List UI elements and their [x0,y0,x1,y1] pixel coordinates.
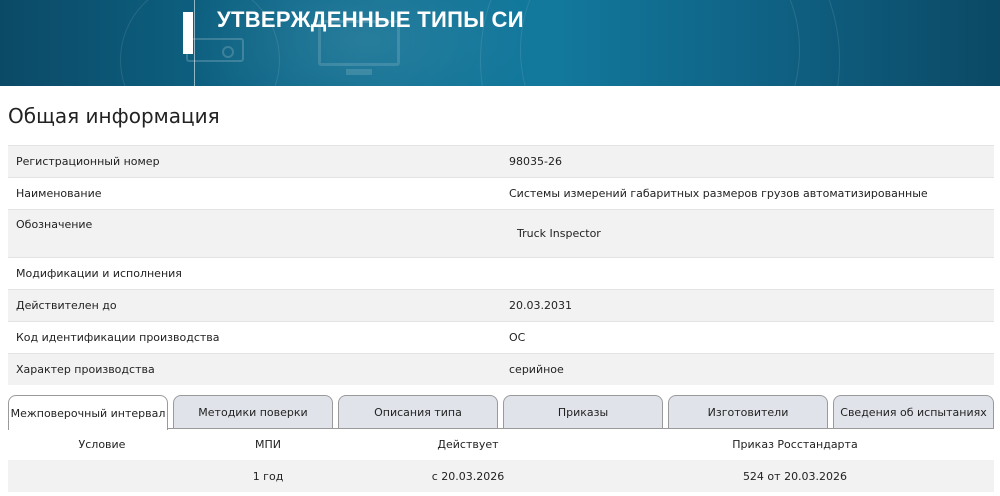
tab-test-info[interactable]: Сведения об испытаниях [833,395,994,429]
cell-valid: с 20.03.2026 [431,469,505,483]
banner-accent-bar [183,12,193,54]
info-label: Регистрационный номер [16,155,160,168]
info-row-designation: Обозначение Truck Inspector [8,209,994,257]
column-header-order: Приказ Росстандарта [732,438,858,451]
column-header-valid: Действует [437,438,499,451]
tab-bar: Межповерочный интервал Методики поверки … [8,395,994,430]
section-title: Общая информация [8,104,220,128]
info-value: серийное [509,363,564,376]
info-label: Наименование [16,187,102,200]
info-value: 98035-26 [509,155,562,168]
tab-manufacturers[interactable]: Изготовители [668,395,828,429]
tab-verification-methods[interactable]: Методики поверки [173,395,333,429]
tab-calibration-interval[interactable]: Межповерочный интервал [8,395,168,430]
info-label: Действителен до [16,299,117,312]
info-row-valid-until: Действителен до 20.03.2031 [8,289,994,321]
info-value: Системы измерений габаритных размеров гр… [509,187,928,200]
banner-code-decor [784,0,1000,86]
info-label: Код идентификации производства [16,331,220,344]
general-info-table: Регистрационный номер 98035-26 Наименова… [8,145,994,385]
header-banner: УТВЕРЖДЕННЫЕ ТИПЫ СИ [0,0,1000,86]
info-label: Обозначение [16,218,93,231]
info-label: Модификации и исполнения [16,267,182,280]
info-row-production-type: Характер производства серийное [8,353,994,385]
info-row-production-code: Код идентификации производства ОС [8,321,994,353]
cell-mpi: 1 год [252,469,284,483]
info-value: 20.03.2031 [509,299,572,312]
info-value: Truck Inspector [517,227,601,240]
tab-orders[interactable]: Приказы [503,395,663,429]
info-row-modifications: Модификации и исполнения [8,257,994,289]
column-header-mpi: МПИ [255,438,281,451]
info-value: ОС [509,331,526,344]
info-label: Характер производства [16,363,155,376]
table-row: 1 год с 20.03.2026 524 от 20.03.2026 [8,460,994,492]
mpi-table: Условие МПИ Действует Приказ Росстандарт… [8,429,994,492]
table-header-row: Условие МПИ Действует Приказ Росстандарт… [8,429,994,460]
cell-order[interactable]: 524 от 20.03.2026 [596,470,994,483]
banner-decor-ring [520,0,800,86]
info-row-name: Наименование Системы измерений габаритны… [8,177,994,209]
info-row-reg-number: Регистрационный номер 98035-26 [8,145,994,177]
page-title: УТВЕРЖДЕННЫЕ ТИПЫ СИ [217,7,524,32]
tab-type-descriptions[interactable]: Описания типа [338,395,498,429]
column-header-condition: Условие [78,438,126,451]
banner-divider-line [194,0,195,86]
